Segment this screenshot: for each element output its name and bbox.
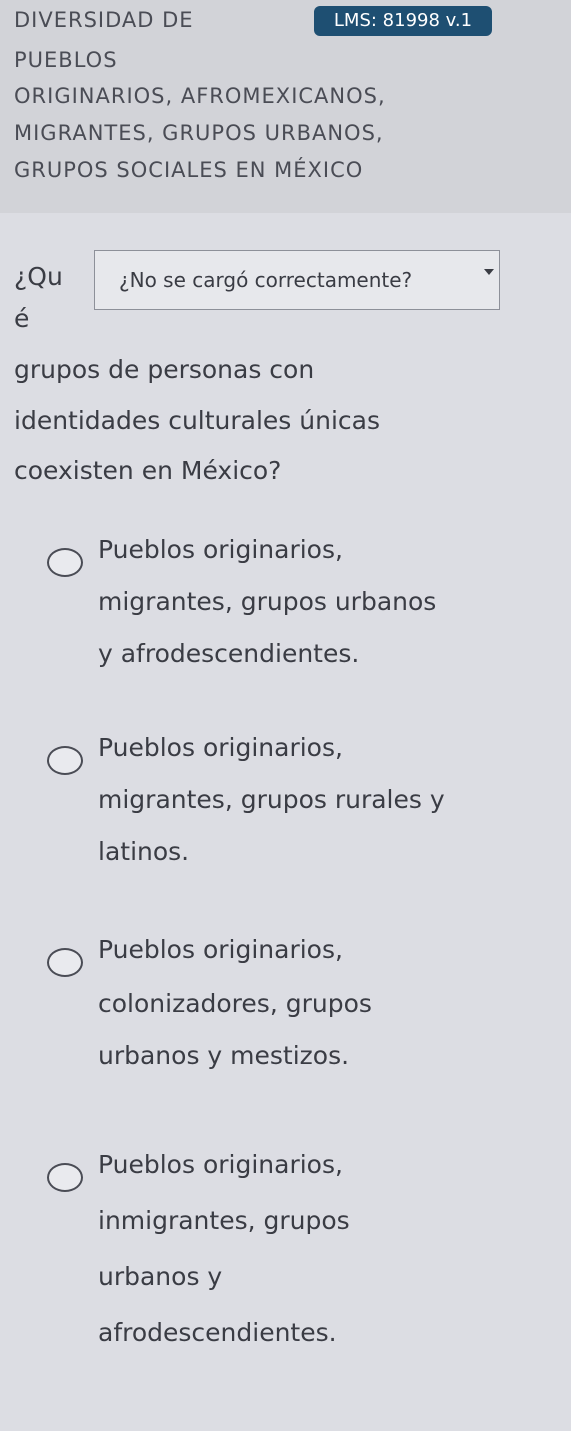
page-title-line-3: ORIGINARIOS, AFROMEXICANOS,	[14, 84, 386, 108]
page-title-line-2: PUEBLOS	[14, 48, 118, 72]
option-text-line: migrantes, grupos urbanos	[98, 587, 437, 616]
page-title-line-5: GRUPOS SOCIALES EN MÉXICO	[14, 158, 364, 182]
option-text-line: afrodescendientes.	[98, 1318, 337, 1347]
option-text-line: urbanos y	[98, 1262, 223, 1291]
option-text-line: Pueblos originarios,	[98, 935, 343, 964]
question-text-line-2: identidades culturales únicas	[14, 406, 381, 435]
option-text-line: urbanos y mestizos.	[98, 1041, 350, 1070]
option-text-line: Pueblos originarios,	[98, 733, 343, 762]
question-text-line-1: grupos de personas con	[14, 355, 315, 384]
radio-button[interactable]	[47, 1163, 83, 1192]
option-text-line: latinos.	[98, 837, 190, 866]
load-error-dropdown[interactable]: ¿No se cargó correctamente?	[94, 250, 500, 310]
caret-down-icon	[484, 269, 494, 275]
page-header: DIVERSIDAD DE PUEBLOS ORIGINARIOS, AFROM…	[0, 0, 571, 213]
option-text-line: colonizadores, grupos	[98, 989, 372, 1018]
radio-button[interactable]	[47, 948, 83, 977]
dropdown-label: ¿No se cargó correctamente?	[119, 268, 413, 292]
option-text-line: inmigrantes, grupos	[98, 1206, 350, 1235]
option-text-line: y afrodescendientes.	[98, 639, 360, 668]
question-text-line-3: coexisten en México?	[14, 456, 282, 485]
radio-button[interactable]	[47, 746, 83, 775]
option-text-line: migrantes, grupos rurales y	[98, 785, 445, 814]
question-fragment-continuation: é	[14, 304, 30, 333]
question-fragment-start: ¿Qu	[14, 262, 63, 291]
page-title-line-1: DIVERSIDAD DE	[14, 8, 194, 32]
lms-version-badge: LMS: 81998 v.1	[314, 6, 492, 36]
option-text-line: Pueblos originarios,	[98, 1150, 343, 1179]
option-text-line: Pueblos originarios,	[98, 535, 343, 564]
page-title-line-4: MIGRANTES, GRUPOS URBANOS,	[14, 121, 384, 145]
radio-button[interactable]	[47, 548, 83, 577]
